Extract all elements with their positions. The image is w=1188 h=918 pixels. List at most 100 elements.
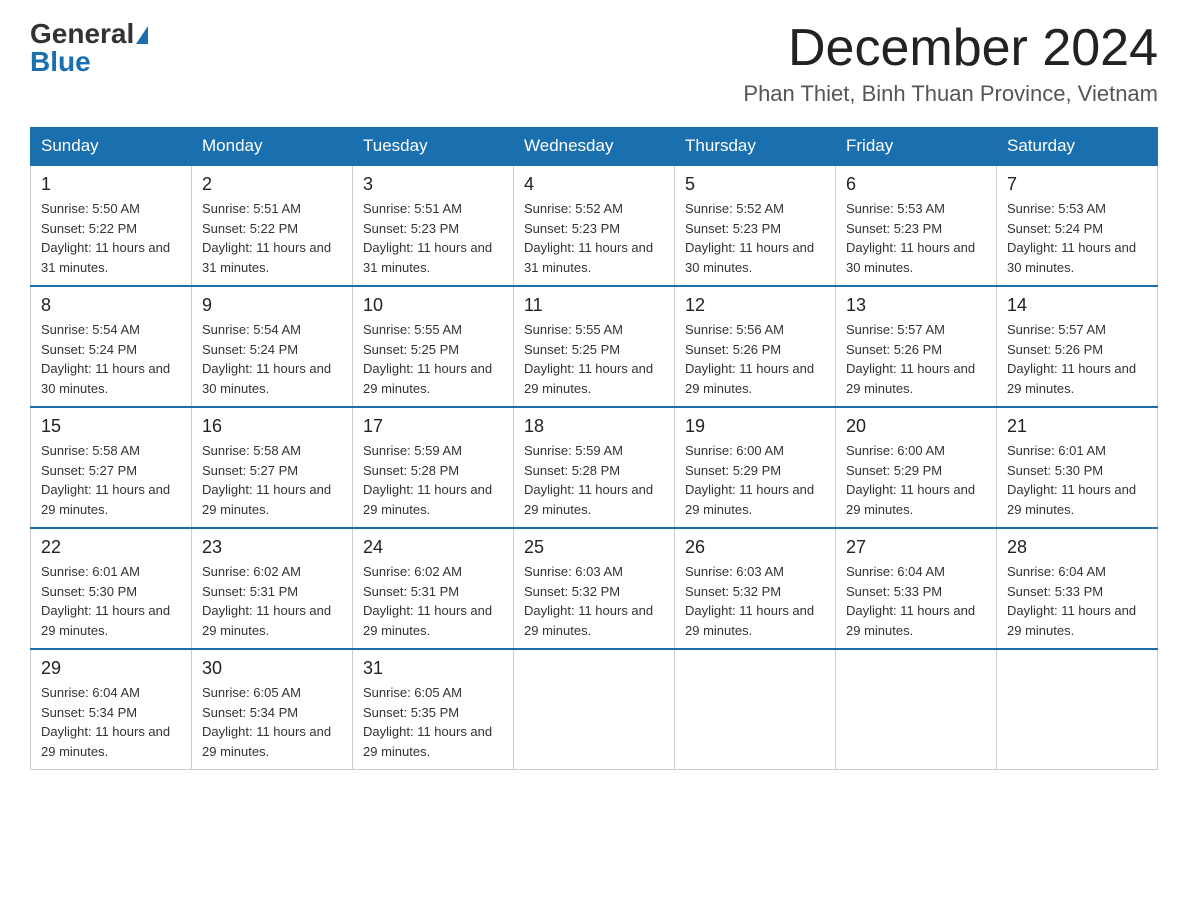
- calendar-day-cell: 17 Sunrise: 5:59 AMSunset: 5:28 PMDaylig…: [353, 407, 514, 528]
- calendar-day-cell: 16 Sunrise: 5:58 AMSunset: 5:27 PMDaylig…: [192, 407, 353, 528]
- day-number: 11: [524, 295, 664, 316]
- title-block: December 2024 Phan Thiet, Binh Thuan Pro…: [743, 20, 1158, 107]
- calendar-day-cell: 29 Sunrise: 6:04 AMSunset: 5:34 PMDaylig…: [31, 649, 192, 770]
- calendar-day-cell: [514, 649, 675, 770]
- calendar-day-cell: [997, 649, 1158, 770]
- calendar-day-cell: 4 Sunrise: 5:52 AMSunset: 5:23 PMDayligh…: [514, 165, 675, 286]
- calendar-day-cell: [836, 649, 997, 770]
- day-info: Sunrise: 5:54 AMSunset: 5:24 PMDaylight:…: [41, 322, 170, 396]
- day-number: 14: [1007, 295, 1147, 316]
- day-info: Sunrise: 6:01 AMSunset: 5:30 PMDaylight:…: [1007, 443, 1136, 517]
- day-number: 1: [41, 174, 181, 195]
- calendar-day-header: Saturday: [997, 128, 1158, 166]
- day-number: 31: [363, 658, 503, 679]
- day-info: Sunrise: 6:00 AMSunset: 5:29 PMDaylight:…: [685, 443, 814, 517]
- calendar-day-cell: 15 Sunrise: 5:58 AMSunset: 5:27 PMDaylig…: [31, 407, 192, 528]
- calendar-day-cell: 14 Sunrise: 5:57 AMSunset: 5:26 PMDaylig…: [997, 286, 1158, 407]
- calendar-day-header: Thursday: [675, 128, 836, 166]
- day-number: 17: [363, 416, 503, 437]
- calendar-table: SundayMondayTuesdayWednesdayThursdayFrid…: [30, 127, 1158, 770]
- calendar-day-cell: 23 Sunrise: 6:02 AMSunset: 5:31 PMDaylig…: [192, 528, 353, 649]
- day-info: Sunrise: 6:04 AMSunset: 5:34 PMDaylight:…: [41, 685, 170, 759]
- calendar-day-cell: 8 Sunrise: 5:54 AMSunset: 5:24 PMDayligh…: [31, 286, 192, 407]
- logo: General Blue: [30, 20, 148, 76]
- day-number: 12: [685, 295, 825, 316]
- day-number: 26: [685, 537, 825, 558]
- day-number: 6: [846, 174, 986, 195]
- calendar-day-cell: 2 Sunrise: 5:51 AMSunset: 5:22 PMDayligh…: [192, 165, 353, 286]
- day-info: Sunrise: 6:05 AMSunset: 5:34 PMDaylight:…: [202, 685, 331, 759]
- day-info: Sunrise: 5:52 AMSunset: 5:23 PMDaylight:…: [524, 201, 653, 275]
- day-info: Sunrise: 6:03 AMSunset: 5:32 PMDaylight:…: [524, 564, 653, 638]
- calendar-day-cell: 22 Sunrise: 6:01 AMSunset: 5:30 PMDaylig…: [31, 528, 192, 649]
- calendar-day-header: Sunday: [31, 128, 192, 166]
- month-title: December 2024: [743, 20, 1158, 77]
- calendar-day-cell: 13 Sunrise: 5:57 AMSunset: 5:26 PMDaylig…: [836, 286, 997, 407]
- day-info: Sunrise: 6:02 AMSunset: 5:31 PMDaylight:…: [202, 564, 331, 638]
- calendar-day-cell: 9 Sunrise: 5:54 AMSunset: 5:24 PMDayligh…: [192, 286, 353, 407]
- day-info: Sunrise: 6:02 AMSunset: 5:31 PMDaylight:…: [363, 564, 492, 638]
- calendar-day-header: Tuesday: [353, 128, 514, 166]
- calendar-header-row: SundayMondayTuesdayWednesdayThursdayFrid…: [31, 128, 1158, 166]
- calendar-day-cell: 5 Sunrise: 5:52 AMSunset: 5:23 PMDayligh…: [675, 165, 836, 286]
- day-number: 16: [202, 416, 342, 437]
- day-number: 5: [685, 174, 825, 195]
- calendar-day-header: Friday: [836, 128, 997, 166]
- day-info: Sunrise: 6:04 AMSunset: 5:33 PMDaylight:…: [1007, 564, 1136, 638]
- day-info: Sunrise: 5:56 AMSunset: 5:26 PMDaylight:…: [685, 322, 814, 396]
- calendar-day-cell: 11 Sunrise: 5:55 AMSunset: 5:25 PMDaylig…: [514, 286, 675, 407]
- calendar-week-row: 22 Sunrise: 6:01 AMSunset: 5:30 PMDaylig…: [31, 528, 1158, 649]
- calendar-day-cell: 31 Sunrise: 6:05 AMSunset: 5:35 PMDaylig…: [353, 649, 514, 770]
- day-number: 19: [685, 416, 825, 437]
- day-number: 9: [202, 295, 342, 316]
- day-info: Sunrise: 5:55 AMSunset: 5:25 PMDaylight:…: [524, 322, 653, 396]
- day-number: 18: [524, 416, 664, 437]
- day-info: Sunrise: 6:04 AMSunset: 5:33 PMDaylight:…: [846, 564, 975, 638]
- day-number: 24: [363, 537, 503, 558]
- day-number: 20: [846, 416, 986, 437]
- calendar-week-row: 29 Sunrise: 6:04 AMSunset: 5:34 PMDaylig…: [31, 649, 1158, 770]
- calendar-day-cell: 6 Sunrise: 5:53 AMSunset: 5:23 PMDayligh…: [836, 165, 997, 286]
- calendar-day-cell: 25 Sunrise: 6:03 AMSunset: 5:32 PMDaylig…: [514, 528, 675, 649]
- day-number: 13: [846, 295, 986, 316]
- day-number: 2: [202, 174, 342, 195]
- day-number: 22: [41, 537, 181, 558]
- logo-triangle-icon: [136, 26, 148, 44]
- day-number: 25: [524, 537, 664, 558]
- day-info: Sunrise: 5:55 AMSunset: 5:25 PMDaylight:…: [363, 322, 492, 396]
- calendar-day-cell: 28 Sunrise: 6:04 AMSunset: 5:33 PMDaylig…: [997, 528, 1158, 649]
- calendar-week-row: 15 Sunrise: 5:58 AMSunset: 5:27 PMDaylig…: [31, 407, 1158, 528]
- day-number: 7: [1007, 174, 1147, 195]
- calendar-day-cell: 12 Sunrise: 5:56 AMSunset: 5:26 PMDaylig…: [675, 286, 836, 407]
- calendar-day-cell: 7 Sunrise: 5:53 AMSunset: 5:24 PMDayligh…: [997, 165, 1158, 286]
- calendar-day-cell: 21 Sunrise: 6:01 AMSunset: 5:30 PMDaylig…: [997, 407, 1158, 528]
- day-info: Sunrise: 5:59 AMSunset: 5:28 PMDaylight:…: [363, 443, 492, 517]
- calendar-day-cell: 27 Sunrise: 6:04 AMSunset: 5:33 PMDaylig…: [836, 528, 997, 649]
- day-number: 27: [846, 537, 986, 558]
- day-info: Sunrise: 5:50 AMSunset: 5:22 PMDaylight:…: [41, 201, 170, 275]
- day-number: 8: [41, 295, 181, 316]
- day-number: 29: [41, 658, 181, 679]
- day-number: 28: [1007, 537, 1147, 558]
- day-info: Sunrise: 5:51 AMSunset: 5:22 PMDaylight:…: [202, 201, 331, 275]
- day-number: 21: [1007, 416, 1147, 437]
- calendar-day-cell: 26 Sunrise: 6:03 AMSunset: 5:32 PMDaylig…: [675, 528, 836, 649]
- calendar-day-cell: 30 Sunrise: 6:05 AMSunset: 5:34 PMDaylig…: [192, 649, 353, 770]
- day-info: Sunrise: 6:03 AMSunset: 5:32 PMDaylight:…: [685, 564, 814, 638]
- day-info: Sunrise: 6:05 AMSunset: 5:35 PMDaylight:…: [363, 685, 492, 759]
- day-info: Sunrise: 5:58 AMSunset: 5:27 PMDaylight:…: [202, 443, 331, 517]
- day-info: Sunrise: 5:59 AMSunset: 5:28 PMDaylight:…: [524, 443, 653, 517]
- day-info: Sunrise: 5:53 AMSunset: 5:24 PMDaylight:…: [1007, 201, 1136, 275]
- logo-general-text: General: [30, 20, 134, 48]
- day-info: Sunrise: 5:58 AMSunset: 5:27 PMDaylight:…: [41, 443, 170, 517]
- day-info: Sunrise: 5:57 AMSunset: 5:26 PMDaylight:…: [1007, 322, 1136, 396]
- page-header: General Blue December 2024 Phan Thiet, B…: [30, 20, 1158, 107]
- day-info: Sunrise: 6:00 AMSunset: 5:29 PMDaylight:…: [846, 443, 975, 517]
- calendar-day-header: Wednesday: [514, 128, 675, 166]
- day-number: 10: [363, 295, 503, 316]
- calendar-day-cell: 19 Sunrise: 6:00 AMSunset: 5:29 PMDaylig…: [675, 407, 836, 528]
- calendar-week-row: 8 Sunrise: 5:54 AMSunset: 5:24 PMDayligh…: [31, 286, 1158, 407]
- location-title: Phan Thiet, Binh Thuan Province, Vietnam: [743, 81, 1158, 107]
- day-number: 15: [41, 416, 181, 437]
- day-info: Sunrise: 6:01 AMSunset: 5:30 PMDaylight:…: [41, 564, 170, 638]
